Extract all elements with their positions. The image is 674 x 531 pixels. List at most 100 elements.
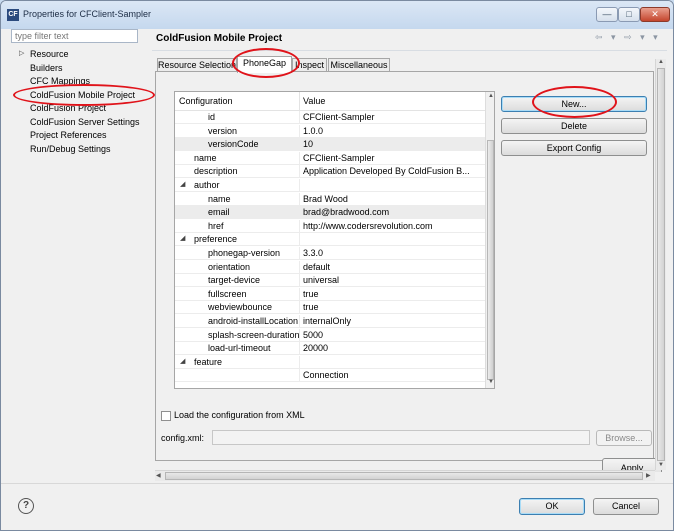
table-row[interactable]: phonegap-version 3.3.0 [175,247,485,260]
table-row[interactable]: target-device universal [175,274,485,288]
export-config-button[interactable]: Export Config [501,140,647,156]
tree-item-coldfusion-project[interactable]: ColdFusion Project [30,103,106,113]
table-row[interactable]: splash-screen-duration 5000 [175,328,485,342]
cancel-button[interactable]: Cancel [593,498,659,515]
coldfusion-app-icon: CF [7,9,19,21]
table-row[interactable]: orientation default [175,260,485,274]
row-value[interactable]: true [303,302,483,312]
table-scrollbar[interactable]: ▲ ▼ [485,92,494,388]
page-title: ColdFusion Mobile Project [156,33,283,44]
column-divider [299,206,300,220]
collapse-arrow-icon[interactable]: ◢ [180,357,185,365]
tree-item-builders[interactable]: Builders [30,63,63,73]
tree-item-cfc-mappings[interactable]: CFC Mappings [30,76,90,86]
config-xml-input[interactable] [212,430,590,445]
table-row[interactable]: load-url-timeout 20000 [175,342,485,356]
table-row[interactable]: fullscreen true [175,287,485,301]
row-value[interactable]: Brad Wood [303,194,483,204]
table-row[interactable]: ◢ feature [175,355,485,369]
row-value[interactable]: 3.3.0 [303,248,483,258]
column-divider [299,247,300,260]
page-horizontal-scrollbar[interactable]: ◀ ▶ [155,470,655,481]
column-header-value[interactable]: Value [303,96,325,106]
row-value[interactable]: CFClient-Sampler [303,153,483,163]
tree-item-resource[interactable]: ▷ Resource [19,49,69,59]
configuration-table[interactable]: Configuration Value id CFClient-Sampler ve… [174,91,495,389]
table-row[interactable]: ◢ author [175,179,485,192]
scroll-left-icon[interactable]: ◀ [156,472,161,479]
column-divider [299,315,300,328]
tree-item-project-references[interactable]: Project References [30,130,107,140]
tab-phonegap[interactable]: PhoneGap [237,56,292,73]
expand-arrow-icon[interactable]: ▷ [19,49,24,57]
column-divider [299,355,300,369]
table-row[interactable]: android-installLocation internalOnly [175,315,485,328]
table-row[interactable]: webviewbounce true [175,301,485,315]
table-scroll-thumb[interactable] [487,140,494,380]
table-row[interactable]: description Application Developed By Cold… [175,165,485,179]
scroll-right-icon[interactable]: ▶ [646,472,651,479]
table-row[interactable]: name CFClient-Sampler [175,151,485,165]
table-row[interactable]: Connection [175,369,485,383]
row-value[interactable]: universal [303,275,483,285]
window-title: Properties for CFClient-Sampler [23,9,152,19]
row-key: target-device [208,275,261,286]
scroll-down-icon[interactable]: ▼ [488,379,494,385]
tab-miscellaneous[interactable]: Miscellaneous [328,58,390,72]
row-value[interactable]: 1.0.0 [303,126,483,136]
row-key: name [194,152,217,163]
load-config-label[interactable]: Load the configuration from XML [174,410,305,420]
browse-button[interactable]: Browse... [596,430,652,446]
row-value[interactable]: 10 [303,139,483,149]
column-divider [299,192,300,206]
row-key: splash-screen-duration [208,329,300,340]
table-row[interactable]: email brad@bradwood.com [175,206,485,220]
table-row[interactable]: version 1.0.0 [175,124,485,138]
row-value[interactable]: true [303,289,483,299]
row-key: email [208,207,230,218]
new-button[interactable]: New... [501,96,647,112]
table-row[interactable]: versionCode 10 [175,138,485,152]
tree-item-run-debug-settings[interactable]: Run/Debug Settings [30,144,111,154]
row-value[interactable]: 20000 [303,343,483,353]
row-key: description [194,166,238,177]
page-vertical-scrollbar[interactable]: ▲ ▼ [655,59,666,470]
tab-inspect[interactable]: Inspect [292,58,327,72]
table-row[interactable]: href http://www.codersrevolution.com [175,219,485,233]
tree-item-coldfusion-mobile-project[interactable]: ColdFusion Mobile Project [30,90,135,100]
row-value[interactable]: internalOnly [303,316,483,326]
collapse-arrow-icon[interactable]: ◢ [180,180,185,188]
page-vscroll-thumb[interactable] [657,68,665,461]
scroll-down-icon[interactable]: ▼ [658,462,664,468]
scroll-up-icon[interactable]: ▲ [658,59,664,65]
collapse-arrow-icon[interactable]: ◢ [180,234,185,242]
table-row[interactable]: id CFClient-Sampler [175,111,485,124]
row-value[interactable]: Connection [303,370,483,380]
column-header-configuration[interactable]: Configuration [179,96,233,106]
ok-button[interactable]: OK [519,498,585,515]
history-nav-arrows[interactable]: ⇦ ▾ ⇨ ▾ ▾ [595,32,661,43]
row-value[interactable]: http://www.codersrevolution.com [303,221,483,231]
filter-input[interactable] [11,29,138,43]
maximize-button[interactable]: □ [618,7,640,22]
close-button[interactable]: ✕ [640,7,670,22]
help-icon[interactable]: ? [18,498,34,514]
load-config-checkbox[interactable] [161,411,171,421]
tab-resource-selection[interactable]: Resource Selection [157,58,237,72]
row-key: phonegap-version [208,248,281,258]
row-key: preference [194,234,238,245]
row-key: webviewbounce [208,302,273,313]
row-value[interactable]: 5000 [303,330,483,340]
minimize-button[interactable]: — [596,7,618,22]
row-value[interactable]: Application Developed By ColdFusion B... [303,166,483,176]
row-value[interactable]: brad@bradwood.com [303,207,483,217]
page-hscroll-thumb[interactable] [165,472,643,480]
column-divider [299,151,300,165]
scroll-up-icon[interactable]: ▲ [488,93,494,99]
delete-button[interactable]: Delete [501,118,647,134]
table-row[interactable]: name Brad Wood [175,192,485,206]
row-value[interactable]: default [303,262,483,272]
row-value[interactable]: CFClient-Sampler [303,112,483,122]
table-row[interactable]: ◢ preference [175,233,485,247]
tree-item-coldfusion-server-settings[interactable]: ColdFusion Server Settings [30,117,140,127]
